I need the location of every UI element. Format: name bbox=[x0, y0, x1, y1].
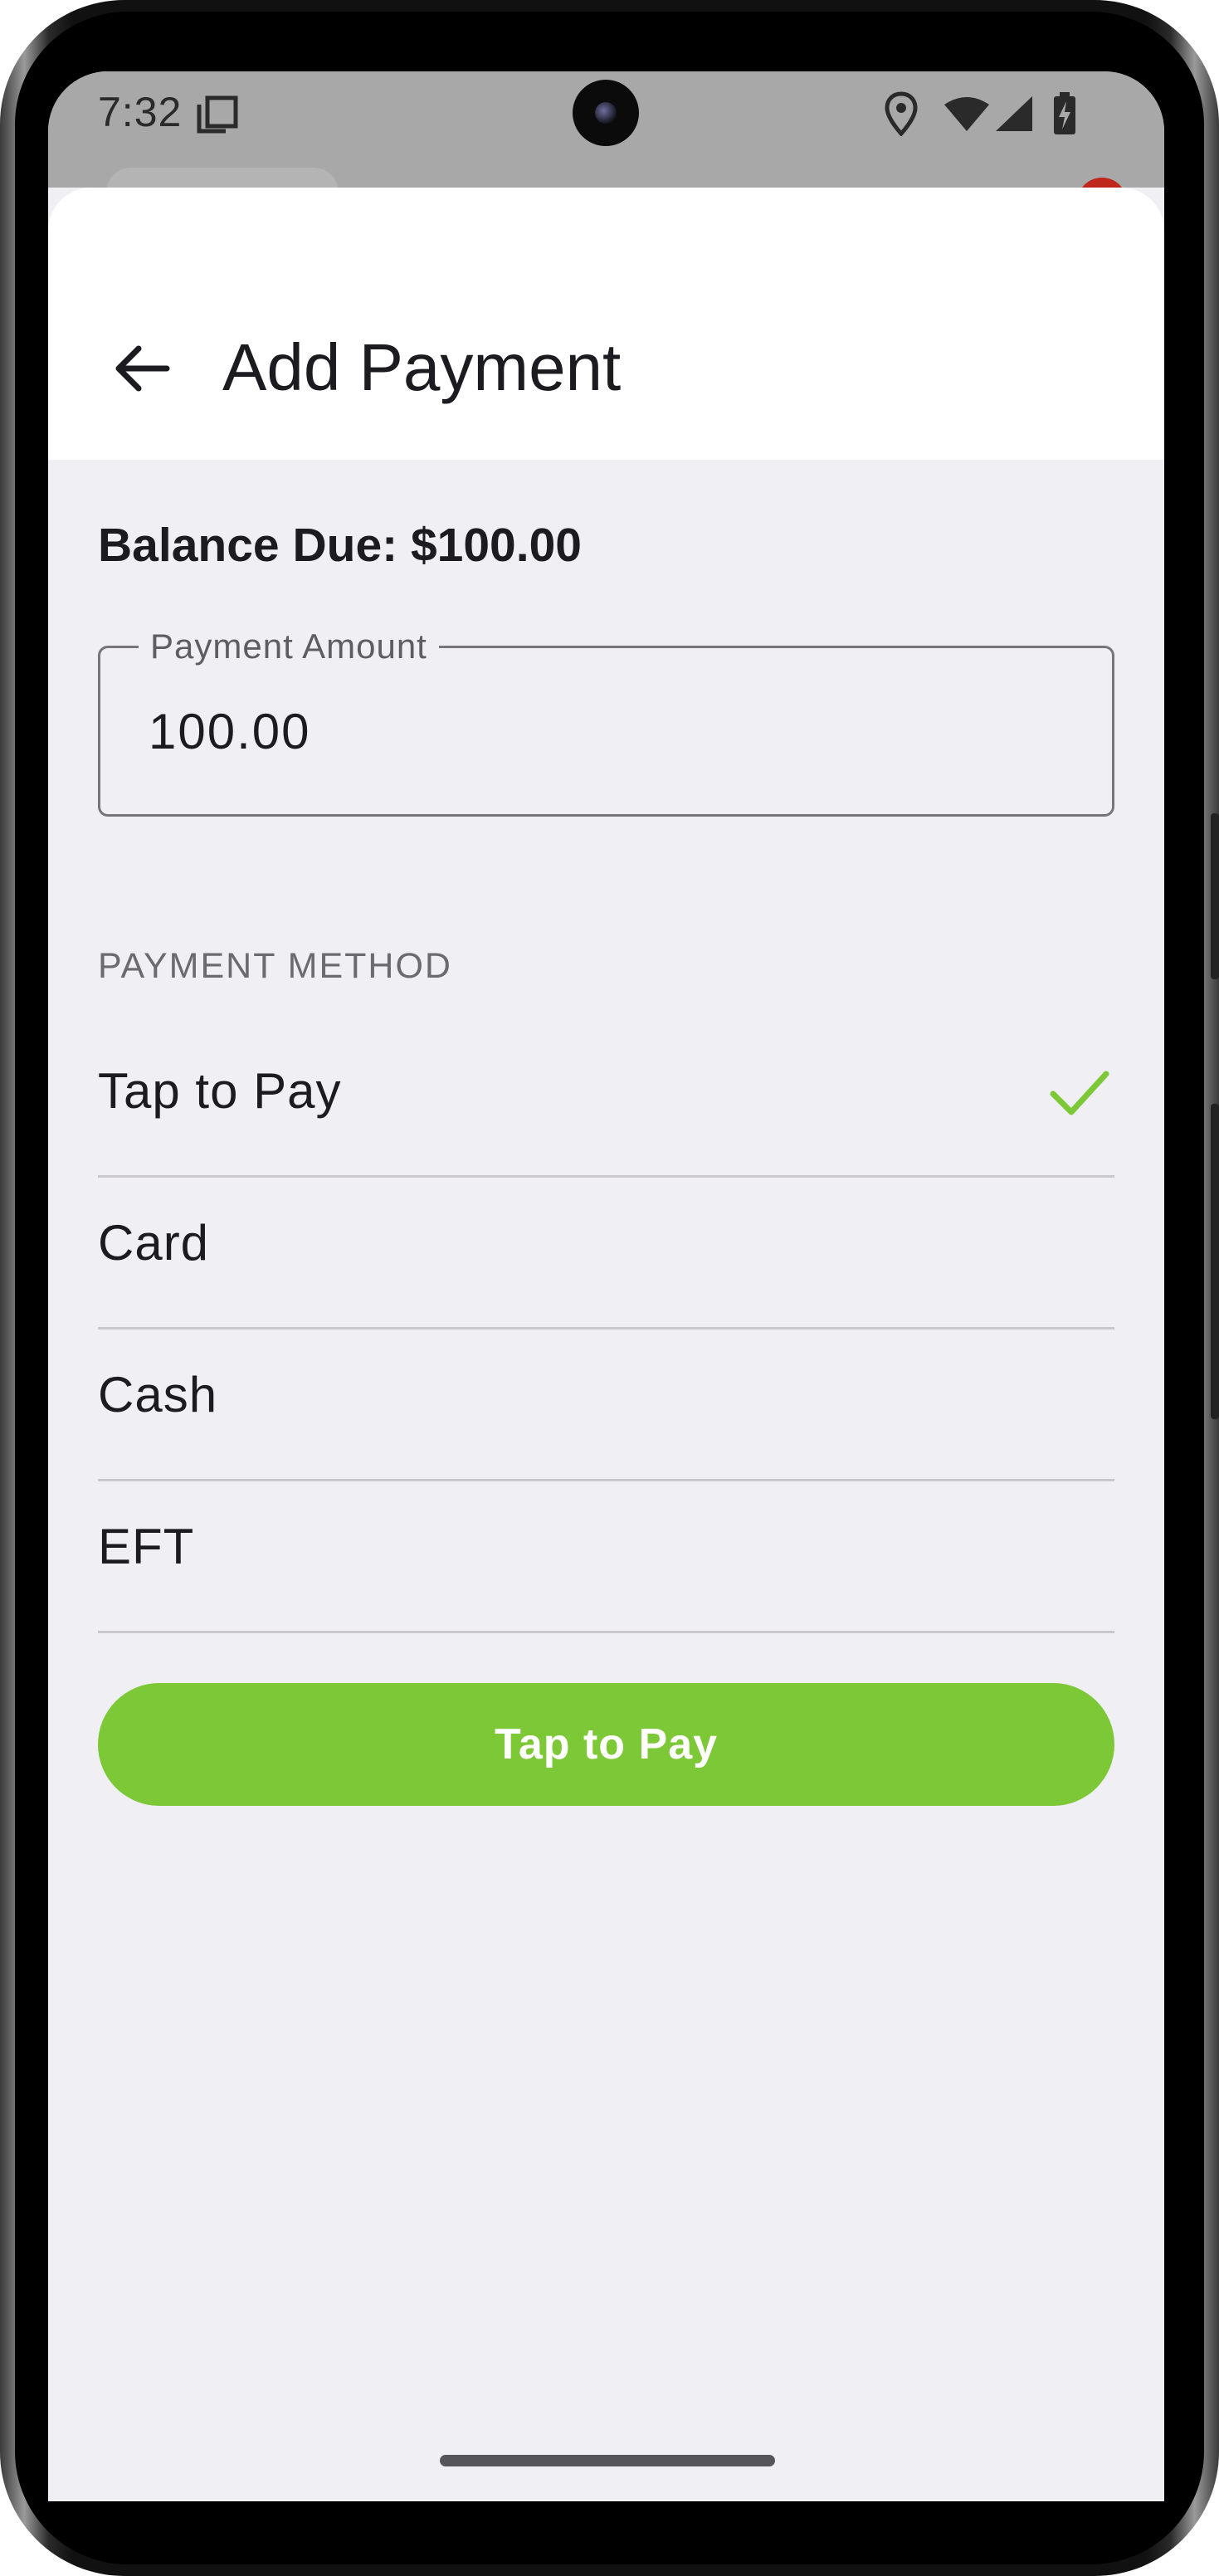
add-payment-sheet: Add Payment Balance Due: $100.00 Payment… bbox=[48, 188, 1164, 2501]
location-icon bbox=[885, 91, 918, 140]
check-icon bbox=[1050, 1069, 1109, 1123]
payment-method-cash[interactable]: Cash bbox=[98, 1329, 1114, 1481]
payment-method-tap-to-pay[interactable]: Tap to Pay bbox=[98, 1026, 1114, 1178]
battery-charging-icon bbox=[1052, 91, 1077, 140]
home-indicator[interactable] bbox=[440, 2455, 775, 2466]
page-title: Add Payment bbox=[222, 330, 622, 404]
back-button[interactable] bbox=[100, 327, 183, 410]
balance-due: Balance Due: $100.00 bbox=[98, 519, 582, 572]
payment-method-label: Cash bbox=[98, 1367, 218, 1422]
status-time: 7:32 bbox=[98, 89, 183, 135]
volume-button bbox=[1211, 813, 1219, 979]
wifi-icon bbox=[943, 96, 991, 137]
arrow-back-icon bbox=[115, 345, 170, 392]
front-camera bbox=[573, 80, 639, 146]
phone-frame: 7:32 Add Payment Balance Due: $100.00 Pa… bbox=[0, 0, 1219, 2576]
payment-method-eft[interactable]: EFT bbox=[98, 1481, 1114, 1633]
cellular-signal-icon bbox=[994, 95, 1034, 137]
payment-amount-input[interactable] bbox=[149, 698, 1061, 764]
payment-method-label: Card bbox=[98, 1215, 210, 1271]
tap-to-pay-button[interactable]: Tap to Pay bbox=[98, 1683, 1114, 1806]
payment-amount-field[interactable]: Payment Amount bbox=[98, 627, 1114, 817]
payment-method-card[interactable]: Card bbox=[98, 1178, 1114, 1329]
payment-method-heading: PAYMENT METHOD bbox=[98, 946, 452, 986]
payment-method-label: Tap to Pay bbox=[98, 1063, 342, 1119]
screenshot-notification-icon bbox=[196, 95, 239, 139]
app-bar: Add Payment bbox=[48, 188, 1164, 460]
power-button bbox=[1211, 1104, 1219, 1419]
payment-method-label: EFT bbox=[98, 1519, 195, 1574]
payment-amount-label: Payment Amount bbox=[139, 627, 439, 666]
screen: 7:32 Add Payment Balance Due: $100.00 Pa… bbox=[48, 71, 1164, 2501]
status-bar: 7:32 bbox=[48, 71, 1164, 227]
